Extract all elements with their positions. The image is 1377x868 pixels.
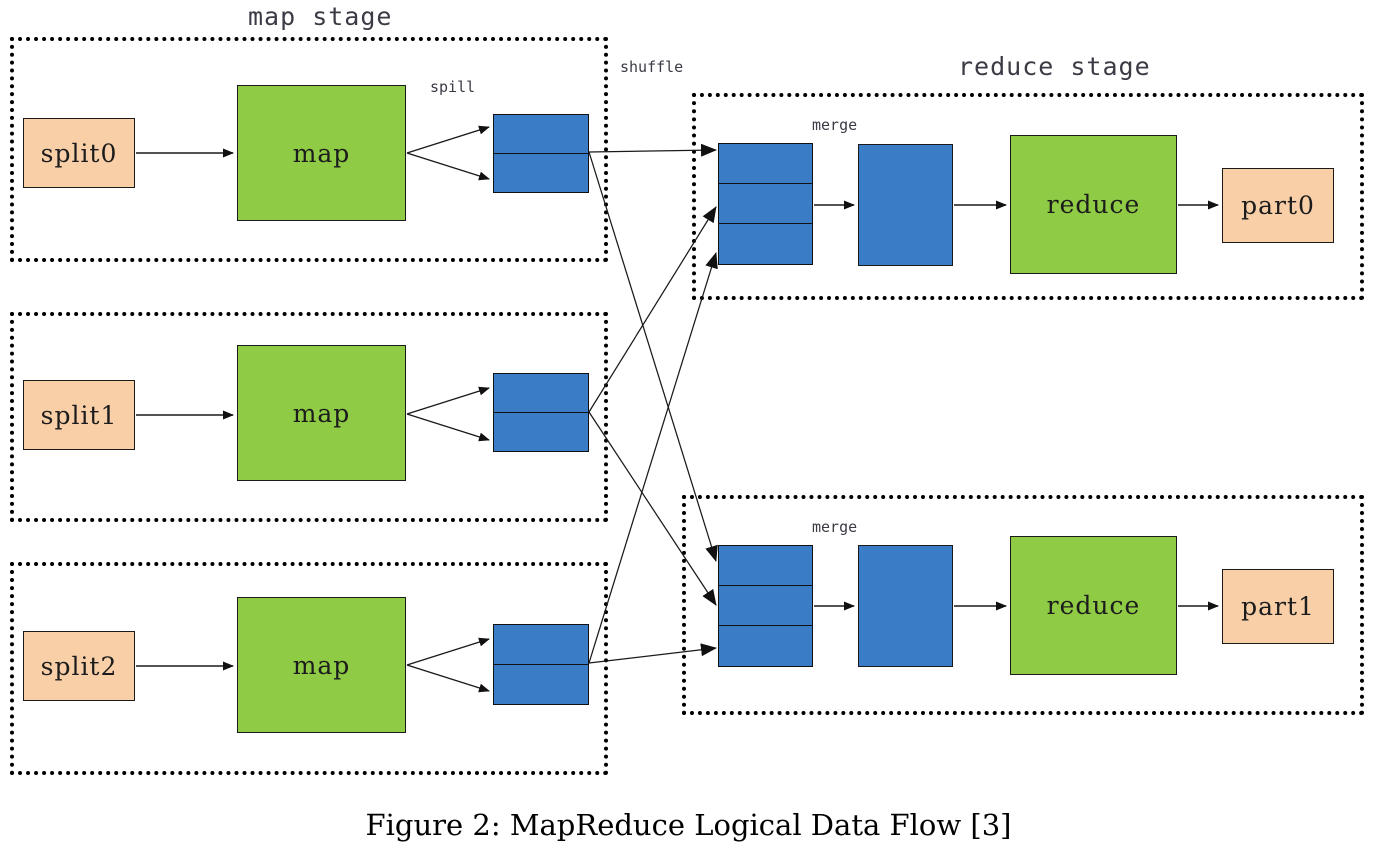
merge-buffer-0-seg-2[interactable]: [718, 223, 813, 265]
split-box-2[interactable]: split2: [23, 631, 135, 701]
sorted-buffer-0[interactable]: [858, 144, 953, 266]
split-label-0: split0: [40, 138, 118, 168]
spill-buffer-1-seg-0[interactable]: [493, 373, 589, 413]
shuffle-label: shuffle: [620, 58, 684, 76]
part-box-0[interactable]: part0: [1222, 168, 1334, 243]
merge-buffer-1-seg-2[interactable]: [718, 625, 813, 667]
part-label-0: part0: [1241, 191, 1315, 220]
split-box-1[interactable]: split1: [23, 380, 135, 450]
part-label-1: part1: [1241, 592, 1315, 621]
spill-buffer-0-seg-1[interactable]: [493, 153, 589, 193]
spill-buffer-2-seg-0[interactable]: [493, 624, 589, 665]
merge-buffer-1-seg-0[interactable]: [718, 545, 813, 586]
figure-canvas: map stage reduce stage shuffle spill mer…: [0, 0, 1377, 868]
reduce-stage-title: reduce stage: [958, 52, 1151, 81]
reduce-label-0: reduce: [1046, 190, 1141, 219]
spill-buffer-2-seg-1[interactable]: [493, 664, 589, 705]
sorted-buffer-1[interactable]: [858, 545, 953, 667]
map-box-1[interactable]: map: [237, 345, 406, 481]
map-box-2[interactable]: map: [237, 597, 406, 733]
spill-buffer-1-seg-1[interactable]: [493, 412, 589, 452]
map-stage-title: map stage: [248, 2, 393, 31]
map-label-0: map: [292, 138, 351, 168]
merge-buffer-1-seg-1[interactable]: [718, 585, 813, 626]
merge-buffer-0-seg-0[interactable]: [718, 143, 813, 184]
split-box-0[interactable]: split0: [23, 118, 135, 188]
map-label-2: map: [292, 650, 351, 680]
map-label-1: map: [292, 398, 351, 428]
split-label-1: split1: [40, 400, 118, 430]
spill-buffer-0-seg-0[interactable]: [493, 114, 589, 154]
merge-buffer-0-seg-1[interactable]: [718, 183, 813, 224]
reduce-box-1[interactable]: reduce: [1010, 536, 1177, 675]
figure-caption: Figure 2: MapReduce Logical Data Flow [3…: [365, 808, 1012, 842]
reduce-label-1: reduce: [1046, 591, 1141, 620]
map-box-0[interactable]: map: [237, 85, 406, 221]
split-label-2: split2: [40, 651, 118, 681]
reduce-box-0[interactable]: reduce: [1010, 135, 1177, 274]
part-box-1[interactable]: part1: [1222, 569, 1334, 644]
